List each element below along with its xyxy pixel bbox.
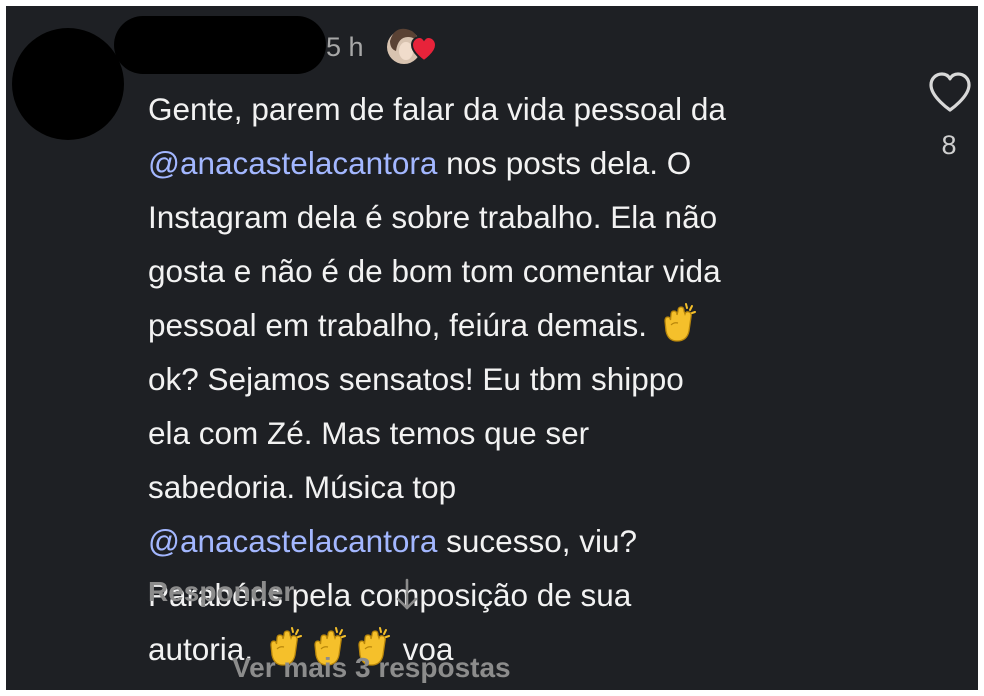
avatar-redacted[interactable] (12, 28, 124, 140)
comment-text-segment: ok? Sejamos sensatos! Eu tbm shippo (148, 361, 684, 397)
comment-text-segment: sabedoria. Música top (148, 469, 457, 505)
username-redacted[interactable] (114, 16, 326, 74)
comment-text-segment: ela com Zé. Mas temos que ser (148, 415, 590, 451)
mention-link[interactable]: @anacastelacantora (148, 523, 437, 559)
comment-timestamp: 5 h (326, 32, 364, 62)
comment-text-segment: Gente, parem de falar da vida pessoal da (148, 91, 726, 127)
comment-line: @anacastelacantora sucesso, viu? (148, 514, 908, 568)
comment-text-segment: nos posts dela. O (437, 145, 692, 181)
comment-line: ok? Sejamos sensatos! Eu tbm shippo (148, 352, 908, 406)
comment-line: sabedoria. Música top (148, 460, 908, 514)
author-avatar-with-heart-icon (384, 21, 440, 69)
comment-text-segment: Instagram dela é sobre trabalho. Ela não (148, 199, 718, 235)
comment-text-segment: gosta e não é de bom tom comentar vida (148, 253, 721, 289)
comment-text-segment: sucesso, viu? (437, 523, 638, 559)
clapping-hands-icon (656, 301, 700, 345)
comment-line: gosta e não é de bom tom comentar vida (148, 244, 908, 298)
arrow-down-icon[interactable] (392, 574, 422, 614)
like-count: 8 (941, 130, 957, 160)
view-more-replies-button[interactable]: Ver mais 3 respostas (232, 652, 511, 684)
mention-link[interactable]: @anacastelacantora (148, 145, 437, 181)
comment-line: @anacastelacantora nos posts dela. O (148, 136, 908, 190)
comment-card: 5 h Gente, parem de falar da vida pessoa… (6, 6, 978, 690)
comment-line: Instagram dela é sobre trabalho. Ela não (148, 190, 908, 244)
reply-button[interactable]: Responder (148, 576, 294, 608)
comment-line: ela com Zé. Mas temos que ser (148, 406, 908, 460)
comment-line: pessoal em trabalho, feiúra demais. (148, 298, 908, 352)
comment-text-segment: pessoal em trabalho, feiúra demais. (148, 307, 656, 343)
heart-outline-icon[interactable] (926, 70, 974, 114)
comment-line: Gente, parem de falar da vida pessoal da (148, 82, 908, 136)
